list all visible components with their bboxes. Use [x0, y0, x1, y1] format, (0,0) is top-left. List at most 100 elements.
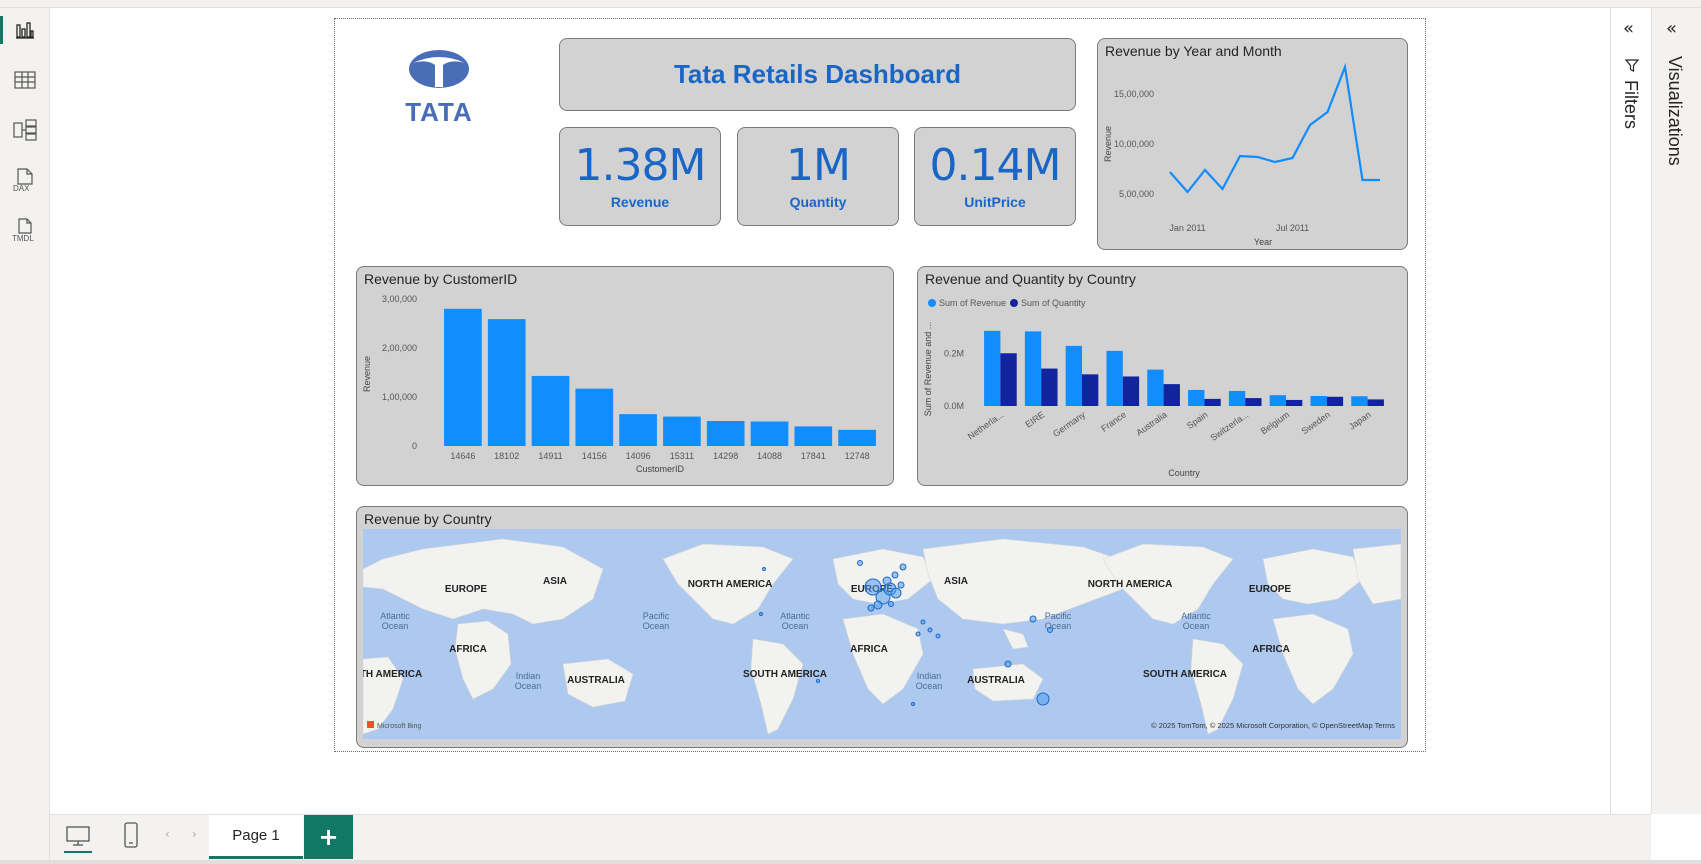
ocean-label: Indian: [917, 671, 942, 681]
dashboard-title: Tata Retails Dashboard: [673, 59, 962, 89]
filter-funnel-icon: [1624, 58, 1640, 77]
customer-chart-title: Revenue by CustomerID: [364, 271, 518, 287]
kpi-label: UnitPrice: [964, 193, 1026, 210]
land-masses: [363, 538, 1401, 735]
customer-bar: [750, 421, 789, 446]
quantity-bar: [1041, 368, 1058, 406]
country-x-tick: Japan: [1347, 409, 1373, 431]
tata-logo: TATA: [395, 47, 483, 131]
revenue-bar: [1065, 345, 1082, 406]
line-x-tick: Jan 2011: [1169, 223, 1205, 233]
customer-x-tick: 14088: [757, 451, 782, 461]
ocean-label: Ocean: [382, 621, 409, 631]
customer-bar: [794, 426, 833, 446]
line-chart-card[interactable]: Revenue by Year and Month 15,00,000 10,00…: [1097, 38, 1408, 250]
customer-x-tick: 14646: [450, 451, 475, 461]
table-view-icon[interactable]: [0, 60, 50, 100]
view-switcher-rail: DAX TMDL: [0, 8, 50, 864]
map-bubble: [897, 581, 905, 589]
continent-label: AFRICA: [850, 644, 888, 655]
country-x-tick: Netherla...: [966, 409, 1006, 441]
kpi-card-quantity[interactable]: 1M Quantity: [737, 127, 899, 226]
kpi-label: Revenue: [610, 193, 670, 210]
title-card[interactable]: Tata Retails Dashboard: [559, 38, 1076, 111]
line-x-tick: Jul 2011: [1276, 223, 1309, 233]
map-attribution: © 2025 TomTom, © 2025 Microsoft Corporat…: [1151, 721, 1395, 730]
map-bubble: [1004, 660, 1012, 668]
customer-bar: [706, 421, 745, 446]
tmdl-view-icon[interactable]: TMDL: [0, 210, 50, 250]
country-x-tick: Spain: [1185, 409, 1210, 430]
legend-label: Sum of Quantity: [1021, 298, 1086, 308]
legend-marker: [1010, 299, 1018, 307]
map-bubble: [927, 627, 933, 633]
report-view-icon[interactable]: [0, 10, 50, 50]
quantity-bar: [1245, 398, 1262, 406]
quantity-bar: [1082, 374, 1099, 406]
map-bubble: [891, 571, 899, 579]
revenue-bar: [1106, 350, 1123, 406]
desktop-layout-icon[interactable]: [64, 823, 92, 853]
map-bubble: [890, 587, 902, 599]
customer-x-axis-title: CustomerID: [636, 464, 685, 474]
map-bubble: [867, 604, 875, 612]
quantity-bar: [1163, 384, 1180, 406]
kpi-card-unitprice[interactable]: 0.14M UnitPrice: [914, 127, 1076, 226]
logo-text: TATA: [405, 97, 473, 127]
line-y-axis-title: Revenue: [1103, 126, 1113, 162]
kpi-value: 1M: [786, 139, 851, 191]
line-chart-title: Revenue by Year and Month: [1105, 43, 1282, 59]
filters-pane[interactable]: « Filters: [1610, 8, 1651, 814]
kpi-value: 0.14M: [929, 139, 1062, 191]
map-bubble: [1047, 627, 1053, 633]
ocean-label: Atlantic: [780, 611, 810, 621]
kpi-label: Quantity: [789, 193, 847, 210]
collapse-visualizations-icon[interactable]: «: [1666, 18, 1677, 39]
mobile-layout-icon[interactable]: [123, 821, 139, 853]
top-toolbar-edge: [0, 0, 1701, 8]
collapse-filters-icon[interactable]: «: [1623, 18, 1634, 39]
model-view-icon[interactable]: [0, 110, 50, 150]
line-chart: 15,00,000 10,00,000 5,00,000 Jan 2011 Jul 20…: [1103, 62, 1380, 247]
tab-page-1[interactable]: Page 1: [209, 815, 303, 859]
country-chart-card[interactable]: Revenue and Quantity by Country Sum of R…: [917, 266, 1408, 486]
filters-label[interactable]: Filters: [1620, 80, 1641, 129]
country-y-tick: 0.0M: [944, 401, 964, 411]
map-card[interactable]: Revenue by Country EUROPE ASIA NORTH AME…: [356, 506, 1408, 748]
continent-label: AFRICA: [449, 644, 487, 655]
add-page-button[interactable]: +: [304, 815, 353, 859]
revenue-bar: [1188, 389, 1205, 406]
ocean-label: Atlantic: [1181, 611, 1211, 621]
country-x-tick: EIRE: [1023, 409, 1046, 429]
map-bubble: [759, 612, 763, 616]
ocean-label: Ocean: [515, 681, 542, 691]
customer-x-tick: 12748: [845, 451, 870, 461]
continent-label: AFRICA: [1252, 644, 1290, 655]
kpi-card-revenue[interactable]: 1.38M Revenue: [559, 127, 721, 226]
visualizations-pane[interactable]: « Visualizations: [1651, 8, 1701, 814]
prev-page-icon[interactable]: ‹: [165, 827, 170, 841]
continent-label: TH AMERICA: [363, 669, 422, 680]
map-bubble: [915, 631, 921, 637]
visualizations-label[interactable]: Visualizations: [1664, 56, 1685, 166]
map-bubble: [920, 619, 926, 625]
dax-query-icon[interactable]: DAX: [0, 160, 50, 200]
customer-y-tick: 2,00,000: [382, 343, 417, 353]
world-map[interactable]: EUROPE ASIA NORTH AMERICA EUROPE ASIA NORTH A…: [363, 529, 1401, 739]
ocean-label: Atlantic: [380, 611, 410, 621]
quantity-bar: [1000, 353, 1017, 406]
status-strip: [0, 860, 1701, 864]
report-page[interactable]: TATA Tata Retails Dashboard 1.38M Revenu…: [334, 18, 1426, 752]
customer-bar: [838, 429, 876, 446]
country-clustered-chart: Sum of Revenue Sum of Quantity 0.2M 0.0MNet…: [923, 298, 1384, 478]
country-chart-title: Revenue and Quantity by Country: [925, 271, 1136, 287]
map-bubble: [816, 679, 820, 683]
map-bubble: [882, 576, 892, 586]
customer-y-tick: 0: [412, 441, 417, 451]
customer-chart-card[interactable]: Revenue by CustomerID 3,00,000 2,00,000 1,…: [356, 266, 894, 486]
map-bubble: [935, 633, 941, 639]
customer-bar: [663, 416, 701, 446]
customer-bar: [619, 414, 657, 446]
next-page-icon[interactable]: ›: [192, 827, 197, 841]
continent-label: ASIA: [944, 576, 968, 587]
